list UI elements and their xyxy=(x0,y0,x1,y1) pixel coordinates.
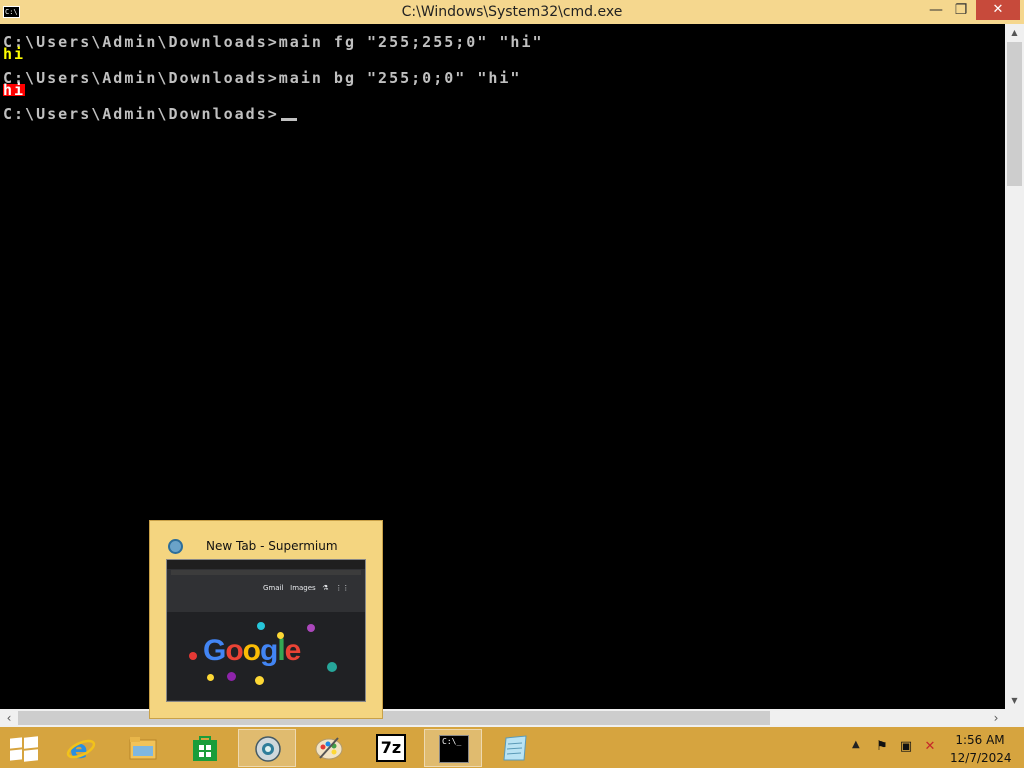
doodle-ornament xyxy=(189,652,197,660)
windows-logo-icon xyxy=(10,736,38,762)
google-logo-letter: e xyxy=(284,634,302,667)
clock-time[interactable]: 1:56 AM xyxy=(950,733,1010,747)
doodle-ornament xyxy=(307,624,315,632)
thumbnail-google-doodle: Google xyxy=(167,612,365,700)
google-logo-letter: o xyxy=(225,634,243,667)
internet-explorer-icon: e xyxy=(66,735,96,762)
taskbar-file-explorer[interactable] xyxy=(114,729,172,767)
doodle-ornament xyxy=(255,676,264,685)
notepad-icon xyxy=(503,735,527,761)
horizontal-scroll-thumb[interactable] xyxy=(18,711,770,725)
7zip-icon: 7z xyxy=(376,734,406,762)
scroll-left-arrow-icon[interactable]: ‹ xyxy=(0,709,18,727)
thumbnail-apps-grid-icon: ⋮⋮ xyxy=(335,584,350,592)
taskbar-7zip[interactable]: 7z xyxy=(362,729,420,767)
thumbnail-images-link: Images xyxy=(290,584,316,592)
title-bar[interactable]: C:\ C:\Windows\System32\cmd.exe — ❐ ✕ xyxy=(0,0,1024,24)
taskbar-command-prompt[interactable]: C:\_ xyxy=(424,729,482,767)
thumbnail-address-bar xyxy=(171,570,361,575)
text-cursor xyxy=(280,118,297,121)
doodle-ornament xyxy=(257,622,265,630)
google-logo: Google xyxy=(203,634,302,668)
console-prompt[interactable]: C:\Users\Admin\Downloads> xyxy=(3,107,297,122)
scroll-right-arrow-icon[interactable]: › xyxy=(987,709,1005,727)
clock-date[interactable]: 12/7/2024 xyxy=(950,751,1012,765)
action-center-flag-icon[interactable]: ⚑ xyxy=(874,739,890,755)
system-tray: ▲ ⚑ ▣ ✕ 1:56 AM 12/7/2024 xyxy=(845,727,1024,768)
scroll-up-arrow-icon[interactable]: ▲ xyxy=(1005,24,1024,41)
taskbar-internet-explorer[interactable]: e xyxy=(52,729,110,767)
console-line: C:\Users\Admin\Downloads>main bg "255;0;… xyxy=(3,69,522,87)
show-hidden-icons-chevron-icon[interactable]: ▲ xyxy=(852,739,860,750)
console-output-yellow: hi xyxy=(3,45,26,63)
palette-icon xyxy=(315,737,343,760)
start-button[interactable] xyxy=(0,729,48,767)
store-icon xyxy=(193,736,217,761)
cmd-icon: C:\_ xyxy=(439,735,469,763)
thumbnail-links: Gmail Images ⚗ ⋮⋮ xyxy=(263,584,349,592)
taskbar-paint[interactable] xyxy=(300,729,358,767)
thumbnail-tab-strip xyxy=(167,560,365,569)
window-title: C:\Windows\System32\cmd.exe xyxy=(401,4,623,20)
scrollbar-corner xyxy=(1005,709,1024,727)
google-logo-letter: G xyxy=(203,634,226,667)
taskbar-thumbnail-preview[interactable]: New Tab - Supermium Gmail Images ⚗ ⋮⋮ Go… xyxy=(149,520,383,719)
supermium-icon xyxy=(255,736,281,762)
taskbar-store[interactable] xyxy=(176,729,234,767)
taskbar-notepad[interactable] xyxy=(486,729,544,767)
doodle-ornament xyxy=(327,662,337,672)
doodle-ornament xyxy=(227,672,236,681)
network-icon[interactable]: ▣ xyxy=(898,739,914,755)
folder-icon xyxy=(129,737,157,760)
thumbnail-gmail-link: Gmail xyxy=(263,584,284,592)
thumbnail-flask-icon: ⚗ xyxy=(322,584,329,592)
google-logo-letter: o xyxy=(242,634,261,667)
preview-thumbnail[interactable]: Gmail Images ⚗ ⋮⋮ Google xyxy=(166,559,366,702)
vertical-scroll-thumb[interactable] xyxy=(1007,42,1022,186)
restore-button[interactable]: ❐ xyxy=(946,0,976,20)
supermium-icon xyxy=(168,539,183,554)
doodle-ornament xyxy=(277,632,284,639)
taskbar-supermium[interactable] xyxy=(238,729,296,767)
scroll-down-arrow-icon[interactable]: ▼ xyxy=(1005,692,1024,709)
console-line: C:\Users\Admin\Downloads>main fg "255;25… xyxy=(3,33,544,51)
preview-title: New Tab - Supermium xyxy=(206,539,338,553)
doodle-ornament xyxy=(207,674,214,681)
google-logo-letter: g xyxy=(260,634,278,667)
vertical-scrollbar[interactable]: ▲ ▼ xyxy=(1005,24,1024,709)
close-button[interactable]: ✕ xyxy=(976,0,1020,20)
console-output-red-bg: hi xyxy=(3,81,26,99)
volume-muted-icon[interactable]: ✕ xyxy=(922,739,938,755)
